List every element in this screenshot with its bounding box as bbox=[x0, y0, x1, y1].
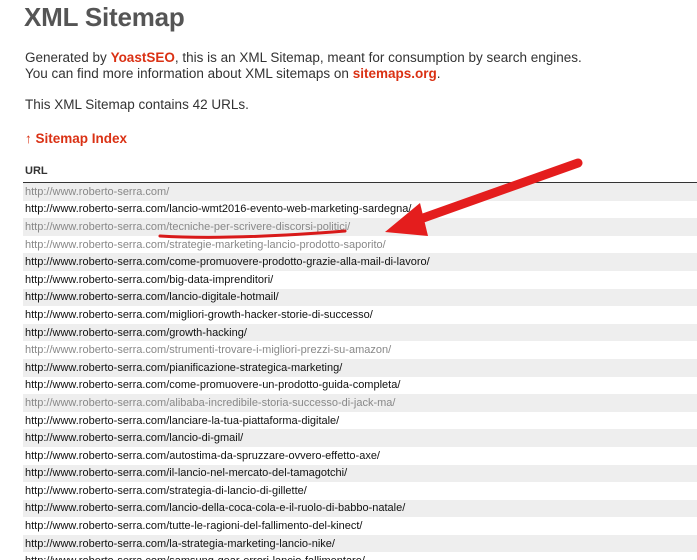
url-cell: http://www.roberto-serra.com/autostima-d… bbox=[23, 446, 697, 465]
table-row: http://www.roberto-serra.com/lanciare-la… bbox=[23, 411, 697, 430]
table-row: http://www.roberto-serra.com/ bbox=[23, 182, 697, 201]
url-link[interactable]: http://www.roberto-serra.com/lancio-di-g… bbox=[25, 432, 243, 444]
table-row: http://www.roberto-serra.com/pianificazi… bbox=[23, 358, 697, 377]
url-link[interactable]: http://www.roberto-serra.com/samsung-gea… bbox=[25, 555, 365, 560]
url-cell: http://www.roberto-serra.com/big-data-im… bbox=[23, 270, 697, 289]
url-cell: http://www.roberto-serra.com/tecniche-pe… bbox=[23, 218, 697, 236]
table-row: http://www.roberto-serra.com/come-promuo… bbox=[23, 376, 697, 395]
url-link[interactable]: http://www.roberto-serra.com/lancio-digi… bbox=[25, 291, 279, 303]
url-link[interactable]: http://www.roberto-serra.com/ bbox=[25, 186, 169, 198]
table-row: http://www.roberto-serra.com/il-lancio-n… bbox=[23, 464, 697, 483]
intro-line-1: Generated by YoastSEO, this is an XML Si… bbox=[25, 50, 582, 66]
intro-line-2-prefix: You can find more information about XML … bbox=[25, 66, 353, 81]
table-row: http://www.roberto-serra.com/samsung-gea… bbox=[23, 552, 697, 560]
url-link[interactable]: http://www.roberto-serra.com/tecniche-pe… bbox=[25, 221, 350, 233]
url-cell: http://www.roberto-serra.com/lancio-wmt2… bbox=[23, 200, 697, 219]
url-table: URL http://www.roberto-serra.com/http://… bbox=[23, 160, 697, 560]
table-row: http://www.roberto-serra.com/big-data-im… bbox=[23, 270, 697, 289]
column-header-url: URL bbox=[23, 160, 697, 183]
url-cell: http://www.roberto-serra.com/alibaba-inc… bbox=[23, 394, 697, 412]
url-cell: http://www.roberto-serra.com/ bbox=[23, 182, 697, 201]
table-row: http://www.roberto-serra.com/lancio-dell… bbox=[23, 499, 697, 518]
url-link[interactable]: http://www.roberto-serra.com/il-lancio-n… bbox=[25, 467, 347, 479]
table-row: http://www.roberto-serra.com/alibaba-inc… bbox=[23, 394, 697, 412]
url-link[interactable]: http://www.roberto-serra.com/strategie-m… bbox=[25, 239, 386, 251]
sitemaps-org-link[interactable]: sitemaps.org bbox=[353, 66, 437, 81]
sitemap-index-link[interactable]: ↑ Sitemap Index bbox=[25, 131, 127, 146]
intro-line-1-suffix: , this is an XML Sitemap, meant for cons… bbox=[174, 50, 582, 65]
yoast-link[interactable]: YoastSEO bbox=[111, 50, 175, 65]
table-row: http://www.roberto-serra.com/lancio-wmt2… bbox=[23, 200, 697, 219]
url-link[interactable]: http://www.roberto-serra.com/lancio-dell… bbox=[25, 502, 405, 514]
page-title: XML Sitemap bbox=[24, 2, 185, 32]
url-cell: http://www.roberto-serra.com/il-lancio-n… bbox=[23, 464, 697, 483]
intro-line-2: You can find more information about XML … bbox=[25, 66, 582, 82]
url-link[interactable]: http://www.roberto-serra.com/growth-hack… bbox=[25, 327, 247, 339]
url-count-text: This XML Sitemap contains 42 URLs. bbox=[25, 97, 249, 112]
url-link[interactable]: http://www.roberto-serra.com/la-strategi… bbox=[25, 538, 335, 550]
url-link[interactable]: http://www.roberto-serra.com/come-promuo… bbox=[25, 256, 430, 268]
url-link[interactable]: http://www.roberto-serra.com/big-data-im… bbox=[25, 274, 273, 286]
intro-line-1-prefix: Generated by bbox=[25, 50, 111, 65]
url-cell: http://www.roberto-serra.com/lancio-di-g… bbox=[23, 429, 697, 447]
table-row: http://www.roberto-serra.com/growth-hack… bbox=[23, 323, 697, 342]
intro-line-2-suffix: . bbox=[436, 66, 441, 81]
table-row: http://www.roberto-serra.com/migliori-gr… bbox=[23, 306, 697, 324]
table-row: http://www.roberto-serra.com/strategia-d… bbox=[23, 482, 697, 500]
url-cell: http://www.roberto-serra.com/come-promuo… bbox=[23, 253, 697, 271]
table-row: http://www.roberto-serra.com/come-promuo… bbox=[23, 253, 697, 271]
url-cell: http://www.roberto-serra.com/growth-hack… bbox=[23, 323, 697, 342]
url-cell: http://www.roberto-serra.com/lancio-dell… bbox=[23, 499, 697, 518]
url-cell: http://www.roberto-serra.com/come-promuo… bbox=[23, 376, 697, 395]
url-cell: http://www.roberto-serra.com/strategie-m… bbox=[23, 235, 697, 254]
sitemap-index-nav: ↑ Sitemap Index bbox=[25, 131, 127, 146]
url-cell: http://www.roberto-serra.com/la-strategi… bbox=[23, 534, 697, 553]
url-link[interactable]: http://www.roberto-serra.com/migliori-gr… bbox=[25, 309, 373, 321]
url-link[interactable]: http://www.roberto-serra.com/strumenti-t… bbox=[25, 344, 391, 356]
intro-text: Generated by YoastSEO, this is an XML Si… bbox=[25, 50, 582, 82]
url-link[interactable]: http://www.roberto-serra.com/pianificazi… bbox=[25, 362, 342, 374]
url-cell: http://www.roberto-serra.com/migliori-gr… bbox=[23, 306, 697, 324]
table-row: http://www.roberto-serra.com/strumenti-t… bbox=[23, 341, 697, 359]
url-cell: http://www.roberto-serra.com/samsung-gea… bbox=[23, 552, 697, 560]
url-link[interactable]: http://www.roberto-serra.com/lancio-wmt2… bbox=[25, 203, 411, 215]
url-cell: http://www.roberto-serra.com/strategia-d… bbox=[23, 482, 697, 500]
url-cell: http://www.roberto-serra.com/lanciare-la… bbox=[23, 411, 697, 430]
table-row: http://www.roberto-serra.com/lancio-digi… bbox=[23, 288, 697, 307]
up-arrow-icon: ↑ bbox=[25, 131, 32, 146]
table-row: http://www.roberto-serra.com/tecniche-pe… bbox=[23, 218, 697, 236]
table-header-row: URL bbox=[23, 160, 697, 183]
table-row: http://www.roberto-serra.com/autostima-d… bbox=[23, 446, 697, 465]
url-link[interactable]: http://www.roberto-serra.com/tutte-le-ra… bbox=[25, 520, 362, 532]
table-row: http://www.roberto-serra.com/strategie-m… bbox=[23, 235, 697, 254]
url-link[interactable]: http://www.roberto-serra.com/alibaba-inc… bbox=[25, 397, 395, 409]
table-row: http://www.roberto-serra.com/la-strategi… bbox=[23, 534, 697, 553]
url-link[interactable]: http://www.roberto-serra.com/strategia-d… bbox=[25, 485, 307, 497]
url-link[interactable]: http://www.roberto-serra.com/lanciare-la… bbox=[25, 415, 339, 427]
url-cell: http://www.roberto-serra.com/tutte-le-ra… bbox=[23, 517, 697, 535]
url-cell: http://www.roberto-serra.com/pianificazi… bbox=[23, 358, 697, 377]
table-row: http://www.roberto-serra.com/tutte-le-ra… bbox=[23, 517, 697, 535]
url-cell: http://www.roberto-serra.com/lancio-digi… bbox=[23, 288, 697, 307]
url-table-body: http://www.roberto-serra.com/http://www.… bbox=[23, 182, 697, 560]
url-link[interactable]: http://www.roberto-serra.com/autostima-d… bbox=[25, 450, 380, 462]
table-row: http://www.roberto-serra.com/lancio-di-g… bbox=[23, 429, 697, 447]
sitemap-index-label: Sitemap Index bbox=[35, 131, 128, 146]
url-link[interactable]: http://www.roberto-serra.com/come-promuo… bbox=[25, 379, 400, 391]
url-cell: http://www.roberto-serra.com/strumenti-t… bbox=[23, 341, 697, 359]
